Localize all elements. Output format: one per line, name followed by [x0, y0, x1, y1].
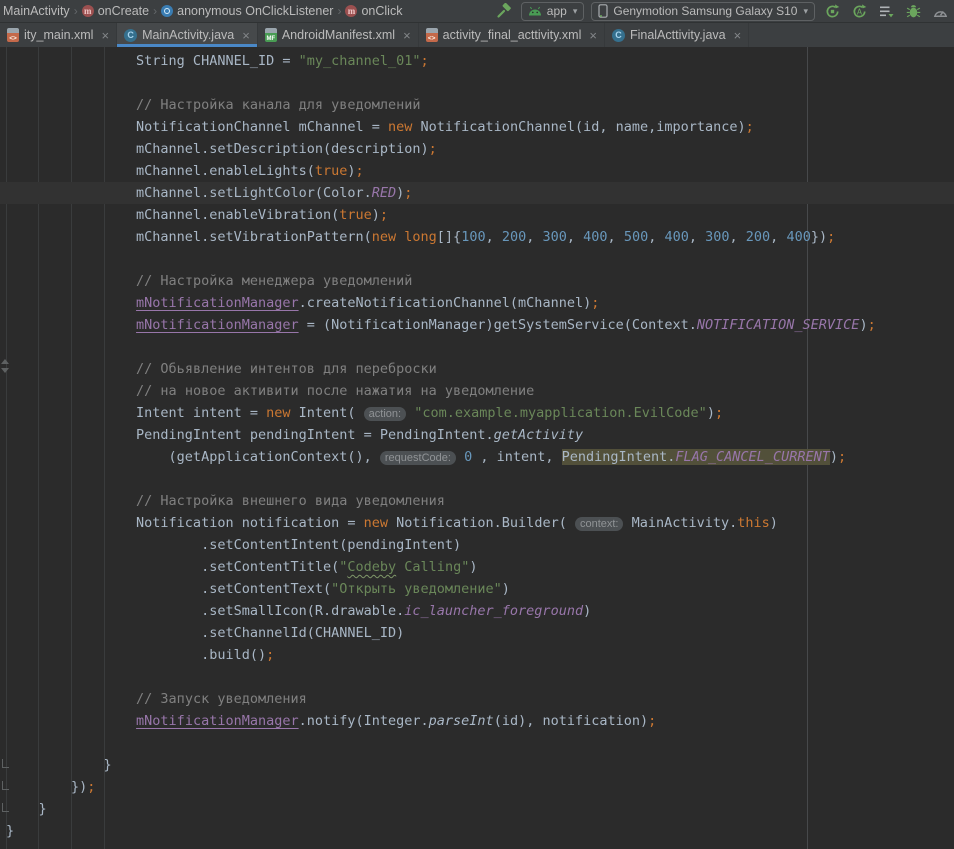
- code-line: mChannel.enableLights(true);: [0, 160, 954, 182]
- ide-window: MainActivity › m onCreate › anonymous OnClick…: [0, 0, 954, 849]
- breadcrumb-label: onCreate: [98, 4, 149, 18]
- breadcrumb-item[interactable]: m onCreate: [81, 4, 150, 18]
- breadcrumb-separator-icon: ›: [74, 4, 78, 18]
- method-icon: m: [345, 5, 357, 17]
- build-hammer-icon[interactable]: [494, 2, 514, 20]
- chevron-down-icon: ▾: [573, 6, 578, 17]
- parameter-hint: context:: [575, 517, 624, 531]
- breadcrumb-label: MainActivity: [3, 4, 70, 18]
- code-line: }: [0, 820, 954, 842]
- code-line: }: [0, 754, 954, 776]
- code-line: .setContentTitle("Codeby Calling"): [0, 556, 954, 578]
- breadcrumb-label: anonymous OnClickListener: [177, 4, 333, 18]
- tab-ity-main-xml[interactable]: <> ity_main.xml ×: [0, 23, 117, 47]
- code-line: // Настройка канала для уведомлений: [0, 94, 954, 116]
- breadcrumb-separator-icon: ›: [337, 4, 341, 18]
- close-tab-icon[interactable]: ×: [589, 29, 597, 42]
- breadcrumb-label: onClick: [361, 4, 402, 18]
- close-tab-icon[interactable]: ×: [403, 29, 411, 42]
- editor-pane: String CHANNEL_ID = "my_channel_01"; // …: [0, 47, 954, 849]
- code-line: .build();: [0, 644, 954, 666]
- code-line: (getApplicationContext(), requestCode: 0…: [0, 446, 954, 468]
- code-editor[interactable]: String CHANNEL_ID = "my_channel_01"; // …: [0, 47, 954, 842]
- anonymous-class-icon: [161, 5, 173, 17]
- breadcrumb-item[interactable]: MainActivity: [2, 4, 71, 18]
- code-line: // Настройка менеджера уведомлений: [0, 270, 954, 292]
- java-class-icon: C: [124, 29, 137, 42]
- code-line: // Настройка внешнего вида уведомления: [0, 490, 954, 512]
- chevron-down-icon: ▾: [803, 6, 808, 17]
- parameter-hint: requestCode:: [380, 451, 456, 465]
- breadcrumb-item[interactable]: m onClick: [344, 4, 403, 18]
- code-line: [0, 72, 954, 94]
- breadcrumb-item[interactable]: anonymous OnClickListener: [160, 4, 334, 18]
- code-line: mNotificationManager = (NotificationMana…: [0, 314, 954, 336]
- tab-androidmanifest-xml[interactable]: MF AndroidManifest.xml ×: [258, 23, 419, 47]
- editor-tab-bar: <> ity_main.xml × C MainActivity.java × MF Andr…: [0, 23, 954, 48]
- apply-changes-icon[interactable]: [822, 2, 842, 20]
- breadcrumb: MainActivity › m onCreate › anonymous OnClick…: [2, 4, 403, 18]
- tab-label: FinalActtivity.java: [630, 28, 726, 42]
- code-line: [0, 336, 954, 358]
- code-line: String CHANNEL_ID = "my_channel_01";: [0, 50, 954, 72]
- code-line: mChannel.setVibrationPattern(new long[]{…: [0, 226, 954, 248]
- close-tab-icon[interactable]: ×: [734, 29, 742, 42]
- code-line: .setContentIntent(pendingIntent): [0, 534, 954, 556]
- tab-label: MainActivity.java: [142, 28, 234, 42]
- code-line: [0, 732, 954, 754]
- tab-mainactivity-java[interactable]: C MainActivity.java ×: [117, 23, 258, 47]
- device-phone-icon: [598, 4, 608, 18]
- device-label: Genymotion Samsung Galaxy S10: [613, 4, 797, 18]
- navigation-bar: MainActivity › m onCreate › anonymous OnClick…: [0, 0, 954, 23]
- code-line: mChannel.setDescription(description);: [0, 138, 954, 160]
- svg-text:A: A: [856, 7, 862, 16]
- close-tab-icon[interactable]: ×: [101, 29, 109, 42]
- code-line: // Обьявление интентов для переброски: [0, 358, 954, 380]
- code-line: Notification notification = new Notifica…: [0, 512, 954, 534]
- code-line: mNotificationManager.notify(Integer.pars…: [0, 710, 954, 732]
- main-toolbar: app ▾ Genymotion Samsung Galaxy S10 ▾: [494, 2, 952, 21]
- code-line: mNotificationManager.createNotificationC…: [0, 292, 954, 314]
- code-line: // на новое активити после нажатия на ув…: [0, 380, 954, 402]
- run-configuration-label: app: [547, 4, 567, 18]
- device-dropdown[interactable]: Genymotion Samsung Galaxy S10 ▾: [591, 2, 815, 21]
- method-icon: m: [82, 5, 94, 17]
- code-line: .setChannelId(CHANNEL_ID): [0, 622, 954, 644]
- code-line: NotificationChannel mChannel = new Notif…: [0, 116, 954, 138]
- tab-label: ity_main.xml: [24, 28, 93, 42]
- code-line: }: [0, 798, 954, 820]
- run-configuration-dropdown[interactable]: app ▾: [521, 2, 585, 21]
- profiler-icon[interactable]: [930, 2, 950, 20]
- android-icon: [528, 6, 542, 16]
- code-line: .setContentText("Открыть уведомление"): [0, 578, 954, 600]
- code-line: // Запуск уведомления: [0, 688, 954, 710]
- apply-code-changes-icon[interactable]: A: [849, 2, 869, 20]
- code-line: [0, 248, 954, 270]
- code-line: mChannel.enableVibration(true);: [0, 204, 954, 226]
- tab-activity-final-acttivity-xml[interactable]: <> activity_final_acttivity.xml ×: [419, 23, 605, 47]
- tab-label: activity_final_acttivity.xml: [443, 28, 582, 42]
- manifest-icon: MF: [265, 28, 277, 42]
- code-line: [0, 666, 954, 688]
- menu-list-icon[interactable]: [876, 2, 896, 20]
- close-tab-icon[interactable]: ×: [242, 29, 250, 42]
- code-line-current: mChannel.setLightColor(Color.RED);: [0, 182, 954, 204]
- breadcrumb-separator-icon: ›: [153, 4, 157, 18]
- xml-icon: <>: [426, 28, 438, 42]
- tab-finalacttivity-java[interactable]: C FinalActtivity.java ×: [605, 23, 749, 47]
- code-line: PendingIntent pendingIntent = PendingInt…: [0, 424, 954, 446]
- tab-label: AndroidManifest.xml: [282, 28, 395, 42]
- code-line: .setSmallIcon(R.drawable.ic_launcher_for…: [0, 600, 954, 622]
- code-line: });: [0, 776, 954, 798]
- xml-icon: <>: [7, 28, 19, 42]
- code-line: Intent intent = new Intent( action: "com…: [0, 402, 954, 424]
- debug-icon[interactable]: [903, 2, 923, 20]
- parameter-hint: action:: [364, 407, 406, 421]
- java-class-icon: C: [612, 29, 625, 42]
- code-line: [0, 468, 954, 490]
